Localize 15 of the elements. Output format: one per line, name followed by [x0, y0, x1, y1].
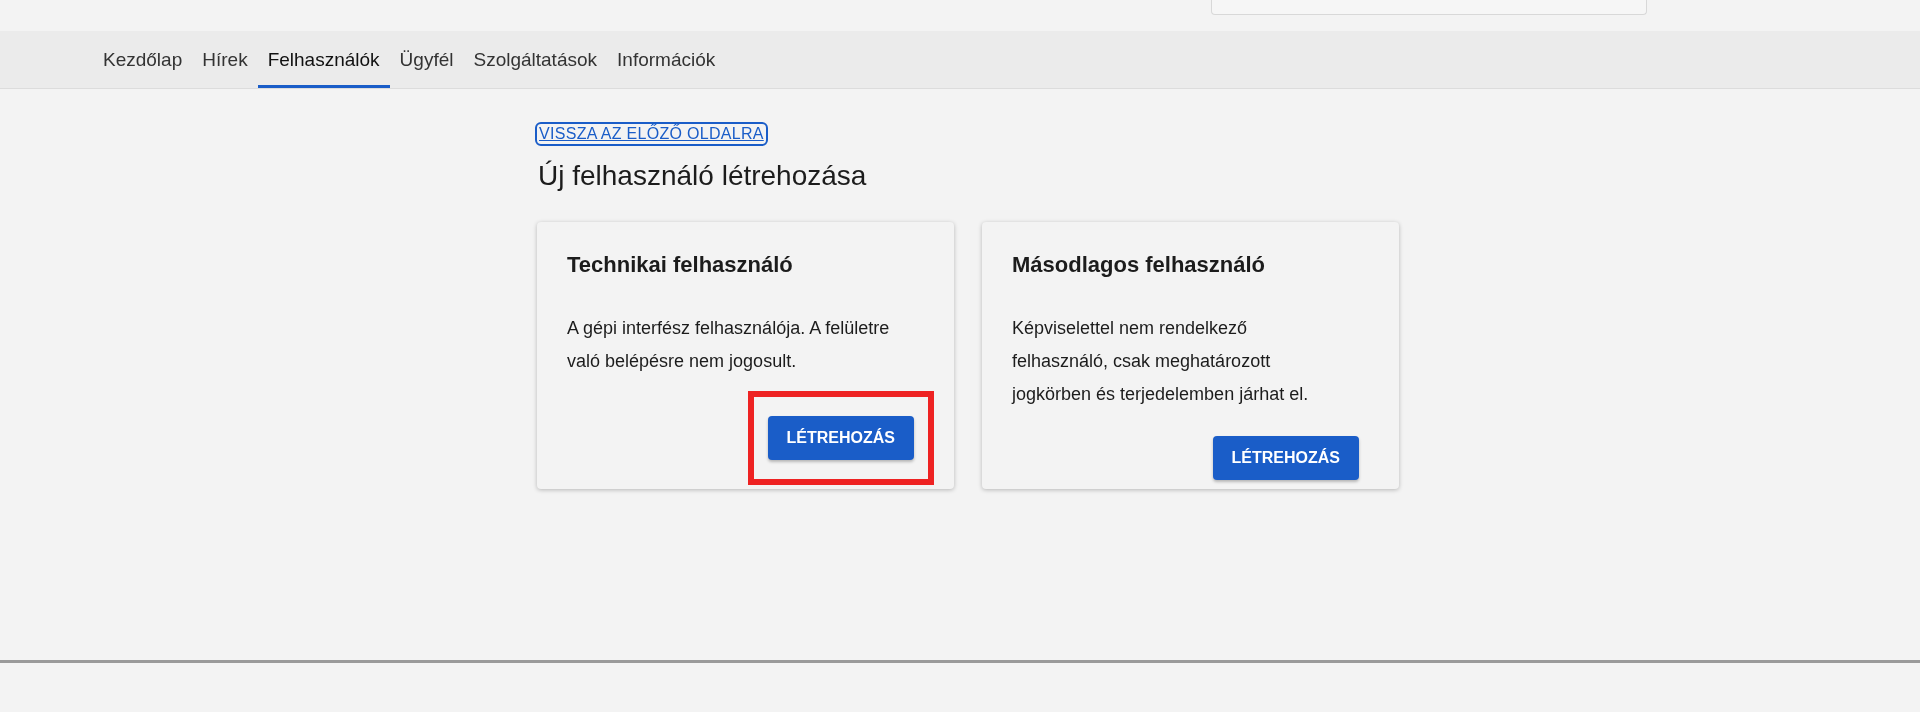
back-link[interactable]: VISSZA AZ ELŐZŐ OLDALRA [535, 122, 768, 146]
card-title: Másodlagos felhasználó [1012, 252, 1267, 278]
input-field[interactable] [1211, 0, 1647, 15]
nav-tab[interactable]: Hírek [192, 34, 258, 88]
card-description: A gépi interfész felhasználója. A felületre való belépésre nem jogosult. [567, 317, 891, 373]
nav-tab[interactable]: Szolgáltatások [463, 34, 608, 88]
card-title: Technikai felhasználó [567, 252, 794, 278]
nav-tab[interactable]: Információk [607, 34, 726, 88]
nav-tab[interactable]: Ügyfél [389, 34, 464, 88]
create-button[interactable]: LÉTREHOZÁS [1212, 436, 1359, 480]
create-button[interactable]: LÉTREHOZÁS [767, 416, 914, 460]
card-description: Képviselettel nem rendelkező felhasználó, csak meghatározott jogkörben és terjedelemben járhat el. [1012, 317, 1310, 406]
nav-tab[interactable]: Kezdőlap [93, 34, 193, 88]
nav-tab[interactable]: Felhasználók [257, 34, 390, 88]
page-title: Új felhasználó létrehozása [538, 160, 868, 192]
